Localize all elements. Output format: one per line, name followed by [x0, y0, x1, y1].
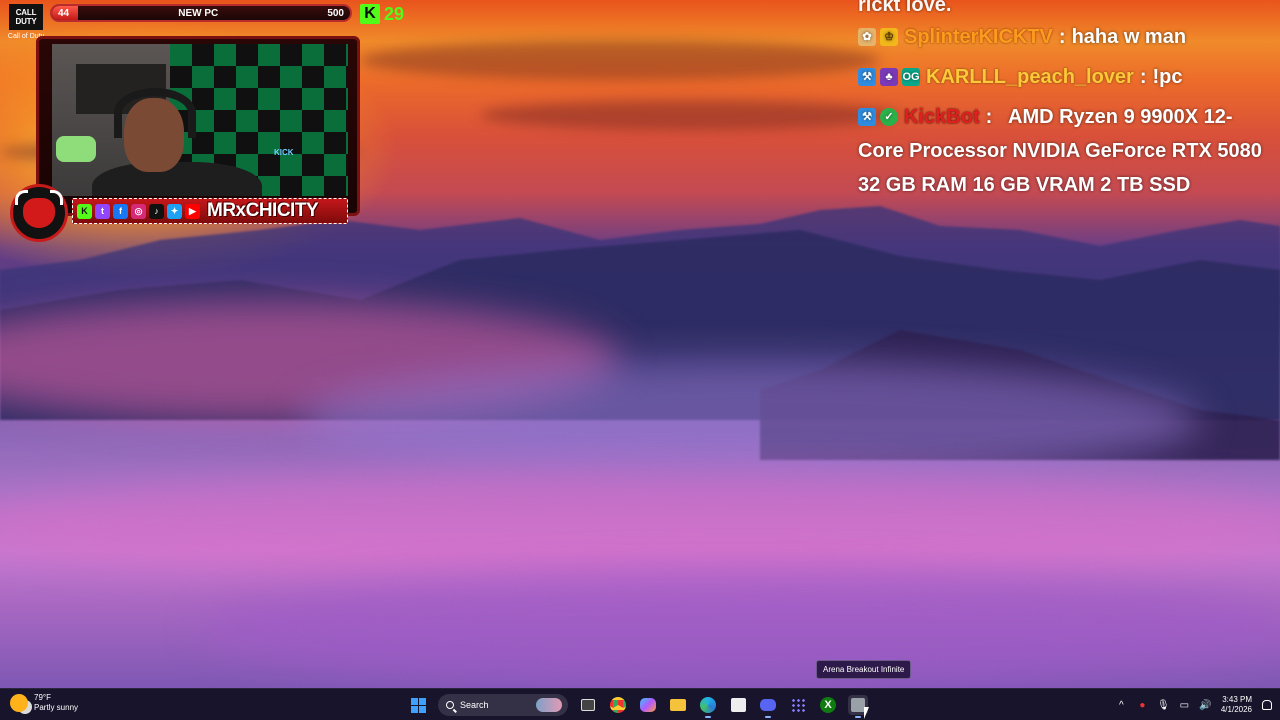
- edge-icon: [700, 697, 716, 713]
- taskbar: 79°F Partly sunny Search X ^ ● 🎙 ▭ 🔊 3:4…: [0, 688, 1280, 720]
- youtube-icon: ▶: [185, 203, 200, 219]
- chat-text: haha w man: [1071, 26, 1187, 48]
- chrome-button[interactable]: [608, 695, 628, 715]
- weather-temperature: 79°F: [34, 693, 51, 702]
- store-button[interactable]: [728, 695, 748, 715]
- taskbar-search[interactable]: Search: [438, 694, 568, 716]
- discord-icon: [760, 699, 776, 711]
- xbox-icon: X: [820, 697, 836, 713]
- copilot-icon: [640, 698, 656, 712]
- cloud: [360, 40, 880, 80]
- weather-text: 79°F Partly sunny: [34, 693, 78, 713]
- discord-button[interactable]: [758, 695, 778, 718]
- webcam-feed: KICK: [52, 44, 348, 196]
- chrome-icon: [610, 697, 626, 713]
- cloud: [480, 100, 900, 130]
- network-icon[interactable]: ▭: [1179, 700, 1190, 711]
- chat-separator: :: [1058, 26, 1066, 48]
- search-icon: [446, 701, 454, 709]
- volume-icon[interactable]: 🔊: [1199, 700, 1211, 711]
- goal-current: 44: [58, 7, 70, 19]
- microphone-icon[interactable]: 🎙: [1157, 700, 1170, 711]
- headset: [114, 88, 196, 138]
- sub-badge-icon: ♣: [880, 68, 898, 86]
- mouse-cursor-icon: [864, 707, 869, 719]
- xbox-button[interactable]: X: [818, 695, 838, 715]
- chat-cutoff-line: rickt love.: [858, 0, 952, 14]
- chat-separator: :: [1139, 66, 1147, 88]
- twitch-icon: t: [95, 203, 110, 219]
- search-placeholder: Search: [460, 700, 489, 710]
- arena-breakout-icon: [851, 698, 865, 712]
- green-pillow: [56, 136, 96, 162]
- app-grid-icon: [791, 698, 805, 712]
- edge-button[interactable]: [698, 695, 718, 718]
- chat-username: SplinterKICKTV: [904, 26, 1053, 48]
- folder-icon: [670, 699, 686, 711]
- file-explorer-button[interactable]: [668, 695, 688, 715]
- crown-badge-icon: ♔: [880, 28, 898, 46]
- notification-bell-icon[interactable]: [1262, 700, 1272, 710]
- streamer-body: [92, 162, 262, 196]
- mist: [200, 570, 1280, 688]
- system-tray: ^ ● 🎙 ▭ 🔊 3:43 PM 4/1/2026: [1116, 693, 1272, 717]
- goal-label: NEW PC: [178, 7, 219, 19]
- chat-text: !pc: [1152, 66, 1183, 88]
- clock-time: 3:43 PM: [1222, 695, 1252, 704]
- verified-badge-icon: ✿: [858, 28, 876, 46]
- task-view-icon: [581, 699, 595, 711]
- bull-head-icon: [15, 190, 63, 228]
- call-of-duty-logo-icon: CALL DUTY: [9, 4, 43, 30]
- chat-overlay: rickt love. ✿ ♔ SplinterKICKTV : haha w …: [858, 0, 1278, 202]
- chat-text: AMD Ryzen 9 9900X 12-Core Processor NVID…: [858, 106, 1262, 196]
- mist: [300, 360, 1200, 480]
- partly-sunny-icon: [10, 694, 28, 712]
- chevron-up-icon[interactable]: ^: [1116, 700, 1127, 711]
- taskbar-tooltip: Arena Breakout Infinite: [816, 660, 912, 679]
- start-button[interactable]: [408, 695, 428, 715]
- clock[interactable]: 3:43 PM 4/1/2026: [1221, 695, 1252, 715]
- mist: [0, 470, 1280, 580]
- tray-app-icon[interactable]: ●: [1137, 700, 1148, 711]
- chat-message: ✿ ♔ SplinterKICKTV : haha w man: [858, 20, 1278, 54]
- weather-widget[interactable]: 79°F Partly sunny: [10, 693, 78, 713]
- copilot-button[interactable]: [638, 695, 658, 715]
- app-grid-button[interactable]: [788, 695, 808, 715]
- kick-logo-icon: K: [360, 4, 380, 24]
- moderator-badge-icon: ⚒: [858, 68, 876, 86]
- taskbar-apps: Search X: [408, 693, 868, 718]
- search-highlight-icon: [536, 698, 562, 712]
- chat-username: KARLLL_peach_lover: [926, 66, 1134, 88]
- facebook-icon: f: [113, 203, 128, 219]
- tiktok-icon: ♪: [149, 203, 164, 219]
- chat-message: ⚒ ♣ OG KARLLL_peach_lover : !pc: [858, 60, 1278, 94]
- bull-logo-icon: [10, 184, 68, 242]
- kick-count-value: 29: [384, 3, 405, 24]
- clock-date: 4/1/2026: [1220, 705, 1252, 714]
- windows-logo-icon: [410, 697, 426, 713]
- goal-progress-bar: 44 NEW PC 500: [50, 4, 352, 22]
- chat-message: ⚒ ✓ KickBot : AMD Ryzen 9 9900X 12-Core …: [858, 100, 1278, 202]
- instagram-icon: ◎: [131, 203, 146, 219]
- store-icon: [730, 698, 746, 712]
- goal-target: 500: [327, 7, 344, 19]
- twitter-icon: ✦: [167, 203, 182, 219]
- task-view-button[interactable]: [578, 695, 598, 715]
- kick-follower-counter: K 29: [360, 2, 404, 26]
- kick-patch-icon: KICK: [274, 148, 294, 157]
- streamer-name: MRxCHICITY: [207, 200, 319, 221]
- og-badge-icon: OG: [902, 68, 920, 86]
- kick-icon: K: [77, 203, 92, 219]
- socials-bar: K t f ◎ ♪ ✦ ▶ MRxCHICITY: [72, 198, 348, 224]
- weather-condition: Partly sunny: [34, 703, 79, 712]
